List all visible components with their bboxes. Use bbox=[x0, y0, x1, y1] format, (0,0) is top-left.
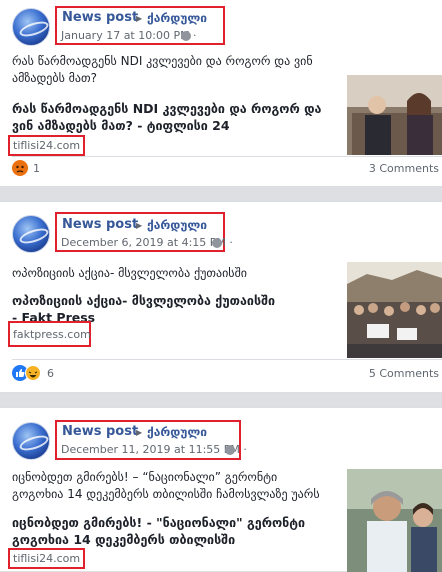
post-message: რას წარმოადგენს NDI კვლევები და როგორ და… bbox=[12, 54, 313, 85]
page-avatar[interactable] bbox=[12, 8, 50, 46]
share-arrow-icon: ▶ bbox=[136, 221, 143, 230]
page-name-link[interactable]: News post bbox=[62, 217, 138, 232]
link-title[interactable]: რას წარმოადგენს NDI კვლევები და როგორ და… bbox=[12, 100, 332, 136]
comments-count[interactable]: 5 Comments bbox=[369, 367, 439, 380]
share-arrow-icon: ▶ bbox=[136, 14, 143, 23]
post-message: ოპოზიციის აქცია- მსვლელობა ქუთაისში bbox=[12, 266, 248, 280]
divider bbox=[12, 156, 442, 157]
link-domain[interactable]: faktpress.com bbox=[8, 321, 91, 347]
page-name-link[interactable]: News post bbox=[62, 10, 138, 25]
link-domain[interactable]: tiflisi24.com bbox=[8, 548, 86, 569]
globe-icon bbox=[225, 445, 235, 455]
post-timestamp[interactable]: December 6, 2019 at 4:15 PM · bbox=[61, 236, 233, 249]
comments-count[interactable]: 3 Comments bbox=[369, 162, 439, 175]
post-timestamp[interactable]: December 11, 2019 at 11:55 PM · bbox=[61, 443, 247, 456]
haha-reaction-icon[interactable] bbox=[25, 365, 41, 381]
post-card: News post ▶ ქარდული December 11, 2019 at… bbox=[0, 407, 442, 572]
reaction-count[interactable]: 6 bbox=[47, 367, 54, 380]
link-thumbnail[interactable] bbox=[347, 75, 442, 155]
globe-icon bbox=[181, 31, 191, 41]
globe-icon bbox=[212, 238, 222, 248]
destination-link[interactable]: ქარდული bbox=[147, 218, 207, 232]
post-card: News post ▶ ქარდული December 6, 2019 at … bbox=[0, 201, 442, 393]
post-card: News post ▶ ქარდული January 17 at 10:00 … bbox=[0, 0, 442, 187]
reaction-count[interactable]: 1 bbox=[33, 162, 40, 175]
link-title[interactable]: იცნობდეთ გმირებს! - "ნაციონალი" გერონტი … bbox=[12, 514, 322, 550]
link-thumbnail[interactable] bbox=[347, 469, 442, 572]
angry-reaction-icon[interactable] bbox=[12, 160, 28, 176]
page-avatar[interactable] bbox=[12, 422, 50, 460]
destination-link[interactable]: ქარდული bbox=[147, 11, 207, 25]
destination-link[interactable]: ქარდული bbox=[147, 425, 207, 439]
link-domain[interactable]: tiflisi24.com bbox=[8, 135, 86, 156]
divider bbox=[12, 359, 442, 360]
post-timestamp[interactable]: January 17 at 10:00 PM · bbox=[61, 29, 197, 42]
share-arrow-icon: ▶ bbox=[136, 428, 143, 437]
link-thumbnail[interactable] bbox=[347, 262, 442, 358]
page-avatar[interactable] bbox=[12, 215, 50, 253]
post-message: იცნობდეთ გმირებს! – “ნაციონალი” გერონტი … bbox=[12, 470, 320, 501]
page-name-link[interactable]: News post bbox=[62, 424, 138, 439]
